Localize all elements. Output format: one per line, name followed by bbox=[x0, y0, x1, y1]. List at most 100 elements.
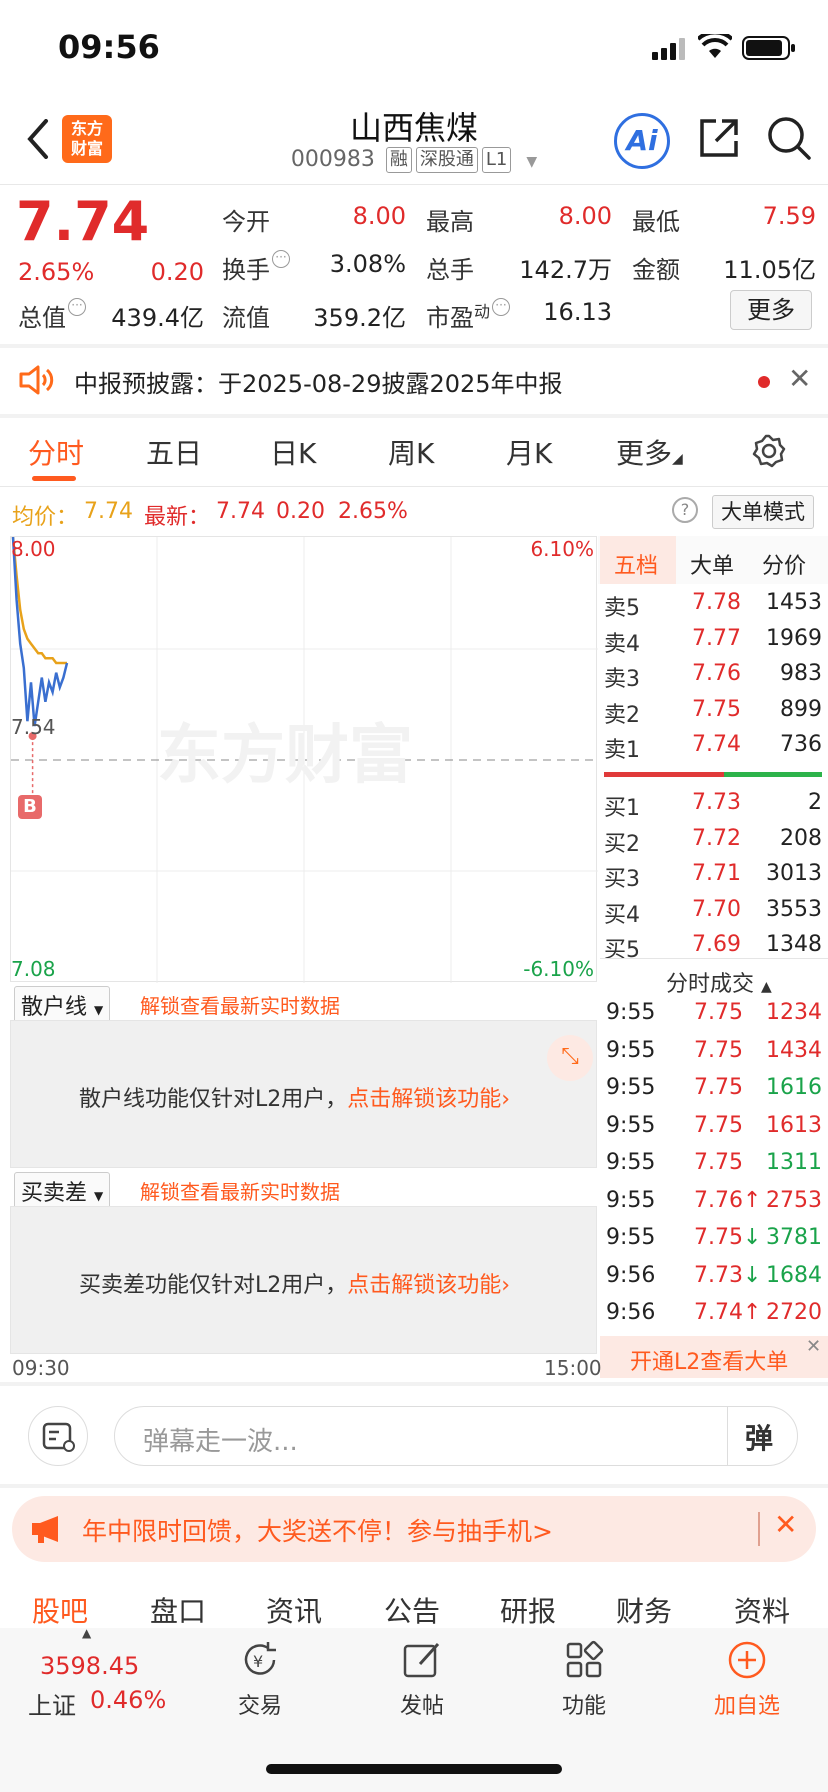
tab-monthly-k[interactable]: 月K bbox=[506, 432, 552, 472]
tab-news[interactable]: 资讯 bbox=[266, 1590, 322, 1630]
index-value[interactable]: 3598.45 bbox=[40, 1652, 139, 1680]
sell-strength-bar bbox=[604, 772, 724, 777]
battery-icon bbox=[742, 36, 795, 60]
sell-volume: 1969 bbox=[766, 625, 822, 651]
more-button[interactable]: 更多 bbox=[730, 290, 812, 330]
sell-label: 卖1 bbox=[604, 738, 640, 763]
market-cap-label[interactable]: 总值 ··· bbox=[18, 298, 86, 333]
comment-list-icon[interactable] bbox=[28, 1406, 88, 1466]
sell-label: 卖4 bbox=[604, 631, 640, 657]
trade-volume: 1613 bbox=[766, 1112, 822, 1138]
home-indicator bbox=[266, 1764, 562, 1774]
close-icon[interactable]: ✕ bbox=[788, 362, 811, 395]
tab-announcements[interactable]: 公告 bbox=[384, 1590, 440, 1630]
nav-trade[interactable]: ¥ 交易 bbox=[220, 1638, 300, 1720]
buy-volume: 3013 bbox=[766, 861, 822, 886]
buy-label: 买5 bbox=[604, 938, 640, 963]
expand-icon[interactable]: ⤡ bbox=[547, 1035, 593, 1081]
close-icon[interactable]: ✕ bbox=[806, 1336, 821, 1357]
high-label: 最高 bbox=[426, 208, 474, 236]
sell-volume: 983 bbox=[780, 661, 822, 686]
buy-volume: 3553 bbox=[766, 896, 822, 922]
volume-value: 142.7万 bbox=[519, 256, 612, 284]
bid-ask-diff-select[interactable]: 买卖差 ▼ bbox=[14, 1172, 111, 1210]
tab-profile[interactable]: 资料 bbox=[734, 1590, 790, 1630]
trade-volume: 1434 bbox=[766, 1037, 822, 1063]
current-price: 7.74 bbox=[16, 190, 150, 253]
tab-weekly-k[interactable]: 周K bbox=[388, 432, 434, 472]
status-time: 09:56 bbox=[58, 28, 160, 66]
y-axis-bottom: 7.08 bbox=[11, 957, 56, 981]
trade-volume: 1616 bbox=[766, 1075, 822, 1100]
buy-label: 买4 bbox=[604, 902, 640, 928]
search-icon[interactable] bbox=[766, 115, 812, 161]
settings-icon[interactable] bbox=[752, 434, 786, 468]
tab-more[interactable]: 更多◢ bbox=[616, 432, 683, 472]
nav-post[interactable]: 发帖 bbox=[382, 1638, 462, 1720]
buy-price: 7.69 bbox=[692, 932, 741, 957]
nav-post-label: 发帖 bbox=[399, 1694, 444, 1719]
sell-price: 7.78 bbox=[692, 590, 741, 615]
orderbook-tab-big[interactable]: 大单 bbox=[690, 548, 734, 580]
divider bbox=[0, 486, 828, 487]
buy-label: 买2 bbox=[604, 831, 640, 857]
buy-volume: 208 bbox=[780, 825, 822, 851]
sell-price: 7.74 bbox=[692, 732, 741, 757]
nav-add-watchlist[interactable]: 加自选 bbox=[700, 1638, 794, 1720]
y-axis-mid: 7.54 bbox=[11, 715, 56, 739]
trades-title[interactable]: 分时成交 ▲ bbox=[666, 966, 772, 998]
buy-strength-bar bbox=[724, 772, 822, 777]
amount-label: 金额 bbox=[632, 256, 680, 284]
l2-banner-text: 开通L2查看大单 bbox=[630, 1350, 789, 1375]
intraday-chart[interactable]: 东方财富 8.00 7.54 7.08 6.10% -6.10% B bbox=[10, 536, 598, 983]
trade-volume: 2720 bbox=[766, 1300, 822, 1325]
danmu-input[interactable]: 弹幕走一波... 弹 bbox=[114, 1406, 798, 1466]
buy-marker-badge[interactable]: B bbox=[18, 795, 42, 819]
plus-circle-icon bbox=[728, 1641, 766, 1679]
trade-price: 7.75 bbox=[694, 1075, 743, 1100]
divider bbox=[758, 1512, 760, 1546]
trade-time: 9:55 bbox=[606, 1075, 656, 1100]
comment-bar: 弹幕走一波... 弹 bbox=[0, 1384, 828, 1484]
tab-five-day[interactable]: 五日 bbox=[146, 432, 202, 472]
buy-volume: 1348 bbox=[766, 932, 822, 957]
tab-daily-k[interactable]: 日K bbox=[270, 432, 316, 472]
ai-assistant-icon[interactable]: Ai bbox=[614, 113, 670, 169]
retail-line-unlock-button[interactable]: 点击解锁该功能 bbox=[347, 1087, 501, 1112]
trade-volume: 1684 bbox=[766, 1262, 822, 1288]
latest-change: 0.20 bbox=[276, 499, 325, 524]
tab-financials[interactable]: 财务 bbox=[616, 1590, 672, 1630]
stock-header: 东方 财富 山西焦煤 000983 融深股通 L1 ▼ Ai bbox=[0, 95, 828, 185]
orderbook-tab-five[interactable]: 五档 bbox=[614, 548, 658, 580]
pe-label[interactable]: 市盈动 ··· bbox=[426, 298, 511, 333]
intraday-chart-svg: 东方财富 bbox=[11, 536, 598, 983]
low-label: 最低 bbox=[632, 208, 680, 236]
bid-ask-diff-unlock-button[interactable]: 点击解锁该功能 bbox=[347, 1273, 501, 1298]
tag-margin: 融 bbox=[385, 147, 412, 173]
trade-time: 9:55 bbox=[606, 1000, 656, 1025]
sell-label: 卖5 bbox=[604, 596, 640, 621]
danmu-toggle-icon[interactable]: 弹 bbox=[745, 1417, 773, 1457]
tab-intraday[interactable]: 分时 bbox=[28, 432, 84, 472]
notice-bar[interactable]: 中报预披露：于2025-08-29披露2025年中报 ✕ bbox=[0, 346, 828, 416]
tab-market-depth[interactable]: 盘口 bbox=[150, 1590, 206, 1630]
nav-functions[interactable]: 功能 bbox=[544, 1638, 624, 1720]
orderbook-tab-price[interactable]: 分价 bbox=[762, 548, 806, 580]
nav-functions-label: 功能 bbox=[561, 1694, 606, 1719]
promo-banner[interactable]: 年中限时回馈，大奖送不停！参与抽手机> ✕ bbox=[12, 1496, 816, 1562]
tab-research[interactable]: 研报 bbox=[500, 1590, 556, 1630]
help-icon[interactable]: ? bbox=[672, 497, 698, 523]
bid-ask-diff-unlock-link[interactable]: 解锁查看最新实时数据 bbox=[140, 1176, 340, 1205]
big-order-mode-button[interactable]: 大单模式 bbox=[712, 495, 814, 529]
share-icon[interactable] bbox=[698, 117, 740, 159]
chevron-down-icon: ▼ bbox=[94, 1003, 104, 1017]
turnover-label[interactable]: 换手 ··· bbox=[222, 250, 290, 285]
divider bbox=[727, 1407, 728, 1465]
tab-stock-forum[interactable]: 股吧 bbox=[32, 1590, 88, 1630]
retail-line-select[interactable]: 散户线 ▼ bbox=[14, 986, 111, 1024]
close-icon[interactable]: ✕ bbox=[774, 1508, 797, 1541]
l2-banner[interactable]: 开通L2查看大单 ✕ bbox=[600, 1336, 828, 1378]
y-axis-top: 8.00 bbox=[11, 537, 56, 561]
buy-label: 买3 bbox=[604, 867, 640, 892]
retail-line-unlock-link[interactable]: 解锁查看最新实时数据 bbox=[140, 990, 340, 1019]
